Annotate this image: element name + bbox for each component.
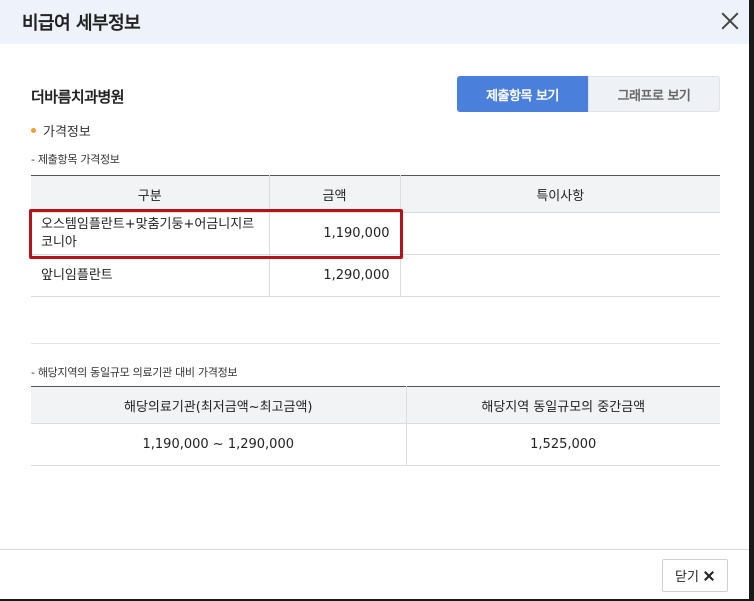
view-toggle: 제출항목 보기 그래프로 보기 bbox=[457, 76, 720, 112]
table-header-row: 구분 금액 특이사항 bbox=[31, 175, 720, 213]
table-header-row: 해당의료기관(최저금액~최고금액) 해당지역 동일규모의 중간금액 bbox=[31, 386, 720, 424]
row-amount: 1,190,000 bbox=[269, 212, 401, 255]
footer-divider bbox=[0, 549, 749, 550]
header-range: 해당의료기관(최저금액~최고금액) bbox=[31, 386, 407, 424]
table-row: 앞니임플란트 1,290,000 bbox=[31, 254, 720, 297]
table-row: 오스템임플란트+맞춤기둥+어금니지르코니아 1,190,000 bbox=[31, 212, 720, 255]
close-button-label: 닫기 bbox=[675, 570, 699, 585]
header-median: 해당지역 동일규모의 중간금액 bbox=[406, 386, 720, 424]
hospital-name: 더바름치과병원 bbox=[31, 88, 125, 106]
header-amount: 금액 bbox=[269, 175, 401, 213]
price-info-heading: 가격정보 bbox=[31, 121, 91, 140]
submitted-price-table: 구분 금액 특이사항 오스템임플란트+맞춤기둥+어금니지르코니아 1,190,0… bbox=[31, 175, 720, 297]
header-category: 구분 bbox=[31, 175, 270, 213]
row-category: 앞니임플란트 bbox=[31, 254, 270, 297]
close-icon[interactable] bbox=[718, 9, 742, 33]
regional-price-table: 해당의료기관(최저금액~최고금액) 해당지역 동일규모의 중간금액 1,190,… bbox=[31, 386, 720, 466]
row-note bbox=[400, 212, 720, 255]
graph-view-button[interactable]: 그래프로 보기 bbox=[588, 76, 720, 112]
row-note bbox=[400, 254, 720, 297]
modal-header: 비급여 세부정보 bbox=[0, 0, 749, 44]
row-amount: 1,290,000 bbox=[269, 254, 401, 297]
close-button[interactable]: 닫기 bbox=[662, 559, 728, 592]
bullet-dot-icon bbox=[31, 128, 36, 133]
price-info-label: 가격정보 bbox=[43, 125, 91, 140]
header-note: 특이사항 bbox=[400, 175, 720, 213]
items-view-button[interactable]: 제출항목 보기 bbox=[457, 76, 588, 112]
row-range: 1,190,000 ~ 1,290,000 bbox=[31, 423, 407, 466]
detail-modal: 비급여 세부정보 더바름치과병원 제출항목 보기 그래프로 보기 가격정보 - … bbox=[0, 0, 754, 601]
submitted-heading: - 제출항목 가격정보 bbox=[31, 153, 120, 166]
row-median: 1,525,000 bbox=[406, 423, 720, 466]
regional-heading: - 해당지역의 동일규모 의료기관 대비 가격정보 bbox=[31, 366, 238, 379]
table-row: 1,190,000 ~ 1,290,000 1,525,000 bbox=[31, 423, 720, 466]
close-icon bbox=[703, 570, 715, 582]
section-divider bbox=[31, 343, 720, 344]
modal-title: 비급여 세부정보 bbox=[22, 13, 141, 34]
row-category: 오스템임플란트+맞춤기둥+어금니지르코니아 bbox=[31, 212, 270, 255]
